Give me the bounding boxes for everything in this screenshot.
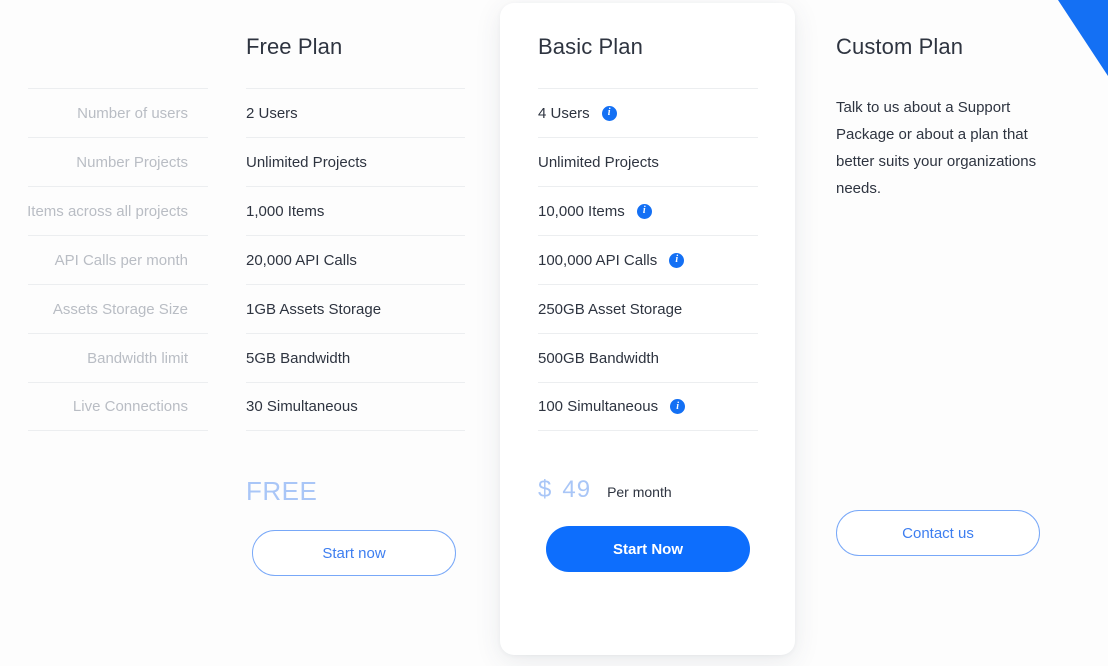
info-icon[interactable]: i [669,252,685,268]
custom-plan-title: Custom Plan [836,34,964,59]
corner-triangle-decoration [1058,0,1108,76]
plan-value-row: Unlimited Projects [246,137,465,186]
feature-label-row: Bandwidth limit [28,333,208,382]
plan-value: 2 Users [246,104,298,122]
plan-value: 20,000 API Calls [246,251,357,269]
basic-plan-rows: 4 Users i Unlimited Projects 10,000 Item… [538,88,758,431]
feature-label-row: Assets Storage Size [28,284,208,333]
custom-plan-column: Custom Plan Talk to us about a Support P… [800,0,1108,666]
start-now-basic-button[interactable]: Start Now [546,526,750,572]
feature-label: Number Projects [76,153,188,171]
free-plan-price: FREE [246,476,318,506]
plan-value: 1GB Assets Storage [246,300,382,318]
custom-plan-description: Talk to us about a Support Package or ab… [836,99,1037,197]
feature-label-row: Number Projects [28,137,208,186]
plan-value-row: 4 Users i [538,88,758,137]
plan-value: 30 Simultaneous [246,398,358,415]
basic-plan-price: 49 [562,476,592,503]
basic-plan-period: Per month [607,484,672,500]
plan-value-row: 1GB Assets Storage [246,284,465,333]
plan-value: 100,000 API Calls [538,251,658,269]
info-icon[interactable]: i [670,399,686,414]
free-plan-cta-wrap: Start now [252,530,500,576]
feature-label-column: Number of users Number Projects Items ac… [0,0,228,666]
feature-label: Number of users [77,104,188,122]
free-plan-column: Free Plan 2 Users Unlimited Projects 1,0… [228,0,500,666]
basic-plan-price-area: $ 49 Per month [538,476,800,520]
free-plan-title: Free Plan [246,34,343,59]
basic-plan-column: Basic Plan 4 Users i Unlimited Projects … [500,0,800,666]
basic-plan-header: Basic Plan [538,0,800,88]
plan-value-row: 10,000 Items i [538,186,758,235]
plan-value-row: 20,000 API Calls [246,235,465,284]
basic-plan-cta-wrap: Start Now [546,526,800,572]
plan-value-row: 500GB Bandwidth [538,333,758,382]
feature-label: API Calls per month [54,251,188,269]
basic-plan-title: Basic Plan [538,34,643,59]
plan-value-row: 1,000 Items [246,186,465,235]
basic-plan-currency: $ [538,476,553,503]
plan-value-row: Unlimited Projects [538,137,758,186]
feature-label-row: Live Connections [28,382,208,431]
plan-value-row: 100,000 API Calls i [538,235,758,284]
plan-value-row: 2 Users [246,88,465,137]
plan-value-row: 100 Simultaneous i [538,382,758,431]
plan-value: 100 Simultaneous [538,398,659,415]
free-plan-header: Free Plan [246,0,500,88]
pricing-table: Number of users Number Projects Items ac… [0,0,1108,666]
plan-value-row: 5GB Bandwidth [246,333,465,382]
plan-value: Unlimited Projects [538,153,659,171]
plan-value-row: 250GB Asset Storage [538,284,758,333]
feature-label-row: API Calls per month [28,235,208,284]
plan-value: 4 Users [538,104,590,122]
plan-value: Unlimited Projects [246,153,367,171]
feature-label: Bandwidth limit [87,349,188,367]
label-column-header-spacer [28,0,228,88]
plan-value: 10,000 Items [538,202,625,220]
feature-label: Assets Storage Size [52,300,188,318]
contact-us-button[interactable]: Contact us [836,510,1040,556]
free-plan-price-area: FREE [246,476,500,520]
plan-value-row: 30 Simultaneous [246,382,465,431]
plan-value: 500GB Bandwidth [538,349,659,367]
plan-value: 5GB Bandwidth [246,349,351,367]
feature-label-rows: Number of users Number Projects Items ac… [27,88,208,431]
custom-plan-cta-wrap: Contact us [836,510,1040,556]
plan-value: 250GB Asset Storage [538,300,683,318]
feature-label-row: Items across all projects [27,186,208,235]
info-icon[interactable]: i [636,203,652,219]
feature-label: Items across all projects [27,202,188,220]
plan-value: 1,000 Items [246,202,325,220]
info-icon[interactable]: i [601,105,617,121]
start-now-free-button[interactable]: Start now [252,530,456,576]
feature-label-row: Number of users [28,88,208,137]
feature-label: Live Connections [72,398,188,415]
free-plan-rows: 2 Users Unlimited Projects 1,000 Items 2… [246,88,465,431]
